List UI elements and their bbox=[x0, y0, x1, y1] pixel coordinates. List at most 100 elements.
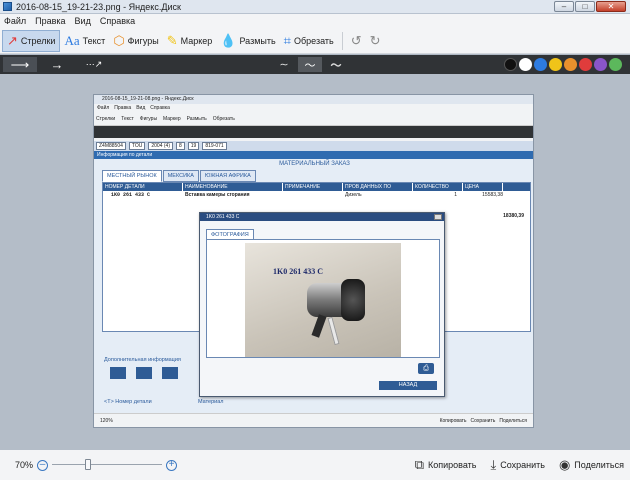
color-swatch[interactable] bbox=[609, 58, 622, 71]
photo-frame: 1K0 261 433 C bbox=[206, 239, 440, 358]
color-swatch[interactable] bbox=[549, 58, 562, 71]
arrow-style-dotted[interactable]: ⋯↗ bbox=[77, 57, 111, 72]
order-total: 18380,39 bbox=[503, 213, 524, 219]
marker-tool[interactable]: ✎ Маркер bbox=[163, 30, 217, 52]
zoom-out-button[interactable]: – bbox=[37, 459, 49, 471]
line-style-thick[interactable]: 〜 bbox=[324, 57, 348, 72]
inner-zoom: 120% bbox=[100, 417, 113, 424]
share-button[interactable]: ◉ Поделиться bbox=[559, 457, 624, 473]
tool-options-bar: ⟶ → ⋯↗ ∼ 〜 〜 bbox=[0, 55, 630, 74]
copy-button[interactable]: ⧉ Копировать bbox=[415, 457, 477, 473]
share-label: Поделиться bbox=[574, 460, 624, 470]
color-swatch[interactable] bbox=[519, 58, 532, 71]
order-header: МАТЕРИАЛЬНЫЙ ЗАКАЗ bbox=[279, 161, 350, 167]
blur-tool[interactable]: 💧 Размыть bbox=[216, 30, 279, 52]
save-label: Сохранить bbox=[500, 460, 545, 470]
color-swatch[interactable] bbox=[579, 58, 592, 71]
menu-view[interactable]: Вид bbox=[75, 16, 91, 26]
color-swatch[interactable] bbox=[504, 58, 517, 71]
popup-title: 1K0 261 433 C bbox=[206, 214, 240, 220]
line-style-thin[interactable]: ∼ bbox=[272, 57, 296, 72]
close-button[interactable]: ✕ bbox=[596, 1, 626, 12]
filter-select: 2004 (4) bbox=[148, 142, 173, 150]
inner-tool: Фигуры bbox=[139, 115, 158, 122]
part-number-label: <T> Номер детали bbox=[104, 399, 152, 405]
tab-mexico: МЕКСИКА bbox=[162, 170, 199, 182]
part-photo: 1K0 261 433 C bbox=[245, 243, 401, 357]
arrows-tool[interactable]: ↗ Стрелки bbox=[2, 29, 61, 52]
marker-tool-label: Маркер bbox=[180, 35, 213, 46]
shapes-tool-label: Фигуры bbox=[127, 35, 159, 46]
window-title: 2016-08-15_19-21-23.png - Яндекс.Диск bbox=[16, 1, 181, 12]
redo-button[interactable]: ↻ bbox=[366, 30, 385, 52]
info-bar: Информация по детали bbox=[94, 151, 533, 159]
blur-tool-label: Размыть bbox=[239, 35, 276, 46]
part-wire bbox=[327, 316, 340, 346]
zoom-in-button[interactable]: + bbox=[166, 459, 178, 471]
copy-label: Копировать bbox=[428, 460, 477, 470]
text-tool[interactable]: Aa Текст bbox=[60, 30, 109, 52]
cell-model: Дизель bbox=[345, 192, 362, 198]
image-actions: ⧉ Копировать ⤓ Сохранить ◉ Поделиться bbox=[415, 457, 624, 473]
color-swatch[interactable] bbox=[534, 58, 547, 71]
column-header: НОМЕР ДЕТАЛИ bbox=[103, 183, 183, 191]
undo-button[interactable]: ↺ bbox=[347, 30, 366, 52]
arrow-icon: ↗ bbox=[7, 33, 18, 48]
filter-select: 8 bbox=[176, 142, 185, 150]
color-swatch[interactable] bbox=[564, 58, 577, 71]
editor-toolbar: ↗ Стрелки Aa Текст ⬡ Фигуры ✎ Маркер 💧 Р… bbox=[0, 28, 630, 54]
arrow-style-thick[interactable]: ⟶ bbox=[3, 57, 37, 72]
menu-bar: Файл Правка Вид Справка bbox=[0, 14, 630, 28]
part-end bbox=[341, 279, 365, 321]
tab-south-africa: ЮЖНАЯ АФРИКА bbox=[199, 170, 256, 182]
shapes-tool[interactable]: ⬡ Фигуры bbox=[109, 30, 162, 52]
photo-label: 1K0 261 433 C bbox=[273, 267, 323, 276]
inner-tool: Текст bbox=[121, 115, 134, 122]
status-bar: 70% – + ⧉ Копировать ⤓ Сохранить ◉ Подел… bbox=[0, 450, 630, 480]
filter-select: 19 bbox=[187, 142, 200, 150]
arrow-right-icon: ⟶ bbox=[10, 56, 30, 72]
line-style-medium[interactable]: 〜 bbox=[298, 57, 322, 72]
zoom-label: 70% bbox=[15, 460, 34, 470]
save-button[interactable]: ⤓ Сохранить bbox=[490, 457, 544, 473]
menu-edit[interactable]: Правка bbox=[35, 16, 65, 26]
extra-info-label: Дополнительная информация bbox=[104, 357, 181, 363]
popup-close-icon bbox=[434, 214, 442, 220]
column-header: ПРОВ ДАННЫХ ПО МОДЕЛИ bbox=[343, 183, 413, 198]
menu-file[interactable]: Файл bbox=[4, 16, 26, 26]
color-palette bbox=[504, 58, 622, 71]
color-swatch[interactable] bbox=[594, 58, 607, 71]
text-tool-label: Текст bbox=[82, 35, 106, 46]
part-wire bbox=[311, 314, 327, 338]
cell-name: Вставка камеры сгорания bbox=[185, 192, 250, 198]
minimize-button[interactable]: – bbox=[554, 1, 574, 12]
undo-icon: ↺ bbox=[350, 33, 362, 48]
photo-popup: 1K0 261 433 C ФОТОГРАФИЯ 1K0 261 433 C ⎙… bbox=[199, 212, 445, 397]
arrow-right-icon: → bbox=[50, 57, 64, 72]
inner-menu-item: Вид bbox=[136, 105, 146, 111]
menu-help[interactable]: Справка bbox=[100, 16, 135, 26]
inner-status-bar: 120% Копировать Сохранить Поделиться bbox=[94, 413, 533, 427]
image-canvas: 2016-08-15_19-21-08.png - Яндекс.Диск Фа… bbox=[0, 74, 630, 450]
zoom-thumb[interactable] bbox=[84, 459, 91, 470]
cell-note bbox=[283, 191, 343, 199]
inner-menu-item: Правка bbox=[114, 105, 132, 111]
zoom-slider[interactable] bbox=[52, 458, 163, 472]
column-header: КОЛИЧЕСТВО bbox=[413, 183, 463, 191]
table-row: 1K0 261 433 C Вставка камеры сгорания Ди… bbox=[103, 191, 530, 199]
inner-tool: Размыть bbox=[186, 115, 207, 122]
info-icon bbox=[162, 367, 178, 379]
wave-icon: ∼ bbox=[279, 59, 289, 71]
inner-tool: Стрелки bbox=[96, 115, 116, 122]
zoom-track bbox=[52, 464, 163, 465]
inner-options-bar bbox=[94, 126, 533, 138]
maximize-button[interactable]: □ bbox=[575, 1, 595, 12]
wave-icon: 〜 bbox=[304, 59, 316, 72]
filter-select: Z4M88504 bbox=[96, 142, 126, 150]
app-icon bbox=[3, 2, 12, 11]
tab-local-market: МЕСТНЫЙ РЫНОК bbox=[102, 170, 162, 182]
inner-tool: Маркер bbox=[163, 115, 181, 122]
arrow-style-thin[interactable]: → bbox=[40, 57, 74, 72]
toolbar-divider bbox=[341, 31, 343, 50]
crop-tool[interactable]: ⌗ Обрезать bbox=[280, 30, 338, 52]
